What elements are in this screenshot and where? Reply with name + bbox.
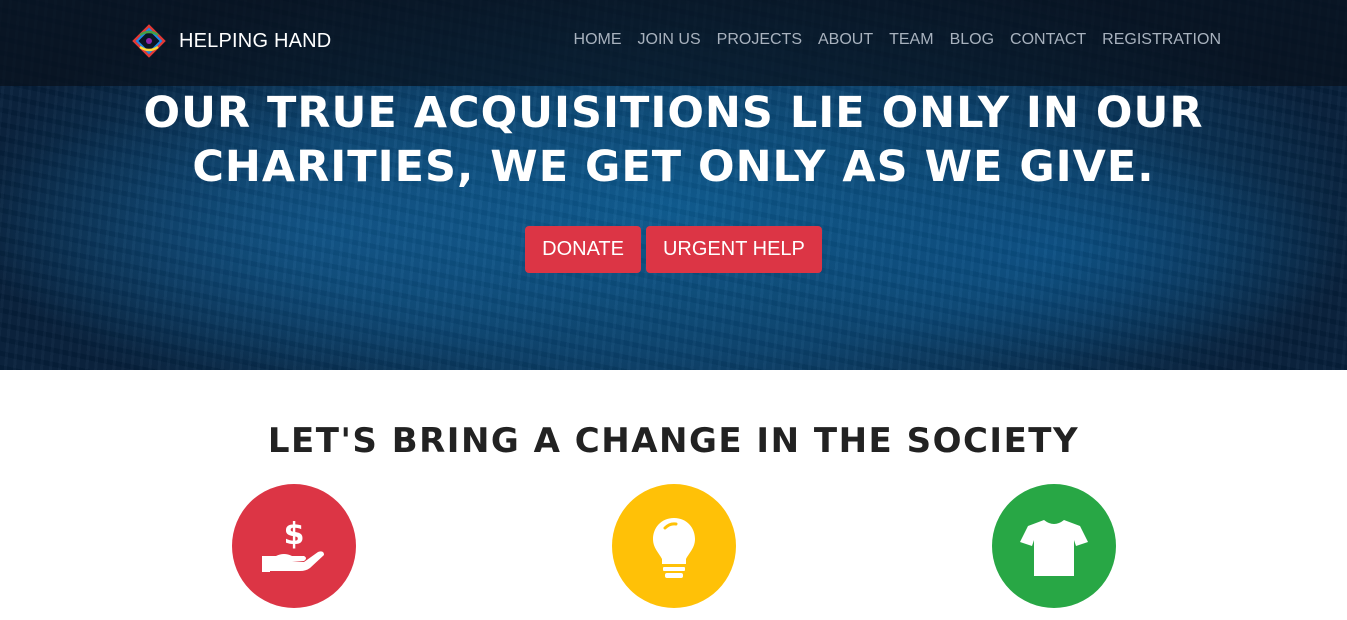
feature-clothing-circle[interactable] (992, 484, 1116, 608)
colorful-diamond-logo-icon (131, 23, 167, 59)
hero-headline-line1: OUR TRUE ACQUISITIONS LIE ONLY IN OUR (143, 88, 1204, 138)
hero-cta-group: DONATE URGENT HELP (0, 226, 1347, 273)
feature-donation-circle[interactable]: $ (232, 484, 356, 608)
nav-about[interactable]: ABOUT (810, 29, 881, 51)
hero-headline-line2: CHARITIES, WE GET ONLY AS WE GIVE. (192, 142, 1155, 192)
nav-home[interactable]: HOME (566, 29, 630, 51)
donate-button[interactable]: DONATE (525, 226, 641, 273)
lightbulb-icon (653, 518, 695, 578)
nav-projects[interactable]: PROJECTS (709, 29, 810, 51)
nav-blog[interactable]: BLOG (942, 29, 1002, 51)
hero-headline: OUR TRUE ACQUISITIONS LIE ONLY IN OUR CH… (0, 86, 1347, 194)
urgent-help-button[interactable]: URGENT HELP (645, 226, 822, 273)
tshirt-icon (1020, 520, 1088, 576)
svg-text:$: $ (284, 517, 305, 552)
main-nav: HOME JOIN US PROJECTS ABOUT TEAM BLOG CO… (566, 29, 1221, 51)
section-title: LET'S BRING A CHANGE IN THE SOCIETY (267, 421, 1080, 461)
brand-name: HELPING HAND (179, 29, 332, 52)
hero-banner: HELPING HAND HOME JOIN US PROJECTS ABOUT… (0, 0, 1347, 370)
nav-join-us[interactable]: JOIN US (630, 29, 709, 51)
brand[interactable]: HELPING HAND (131, 22, 331, 60)
nav-registration[interactable]: REGISTRATION (1094, 29, 1221, 51)
nav-team[interactable]: TEAM (881, 29, 941, 51)
navbar: HELPING HAND HOME JOIN US PROJECTS ABOUT… (0, 0, 1347, 86)
nav-contact[interactable]: CONTACT (1002, 29, 1094, 51)
feature-idea-circle[interactable] (612, 484, 736, 608)
hand-dollar-icon: $ (262, 517, 324, 572)
